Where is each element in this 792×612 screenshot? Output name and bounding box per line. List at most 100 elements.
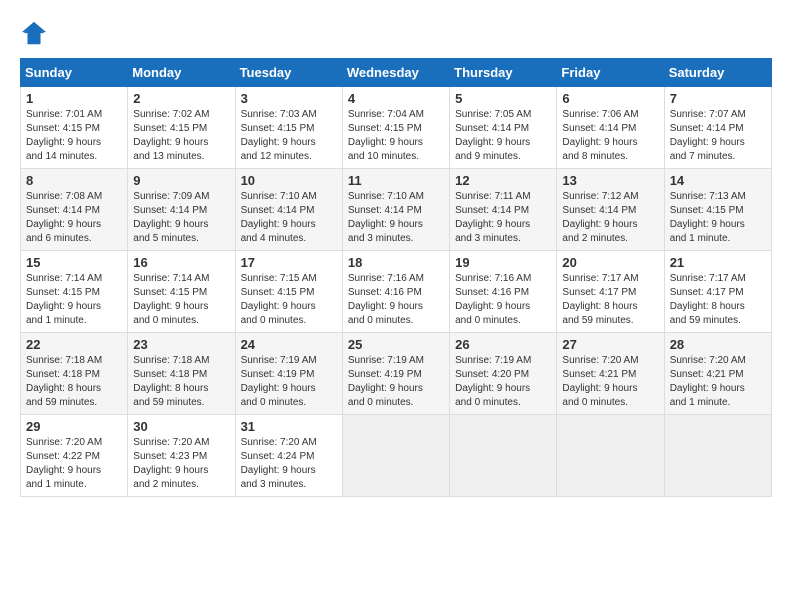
column-header-thursday: Thursday	[450, 59, 557, 87]
day-number: 11	[348, 173, 444, 188]
day-info: Sunrise: 7:03 AM Sunset: 4:15 PM Dayligh…	[241, 108, 337, 164]
day-info: Sunrise: 7:08 AM Sunset: 4:14 PM Dayligh…	[26, 190, 122, 246]
day-number: 7	[670, 91, 766, 106]
column-header-sunday: Sunday	[21, 59, 128, 87]
calendar-cell-25: 25 Sunrise: 7:19 AM Sunset: 4:19 PM Dayli…	[342, 333, 449, 415]
calendar-cell-23: 23 Sunrise: 7:18 AM Sunset: 4:18 PM Dayli…	[128, 333, 235, 415]
day-number: 10	[241, 173, 337, 188]
day-info: Sunrise: 7:07 AM Sunset: 4:14 PM Dayligh…	[670, 108, 766, 164]
day-number: 9	[133, 173, 229, 188]
day-number: 20	[562, 255, 658, 270]
calendar-cell-empty	[450, 415, 557, 497]
calendar-cell-12: 12 Sunrise: 7:11 AM Sunset: 4:14 PM Dayli…	[450, 169, 557, 251]
calendar-week-1: 1Sunrise: 7:01 AM Sunset: 4:15 PM Daylig…	[21, 87, 772, 169]
calendar-cell-18: 18Sunrise: 7:16 AM Sunset: 4:16 PM Dayli…	[342, 251, 449, 333]
day-number: 31	[241, 419, 337, 434]
calendar-cell-empty	[557, 415, 664, 497]
calendar-cell-14: 14 Sunrise: 7:13 AM Sunset: 4:15 PM Dayli…	[664, 169, 771, 251]
day-number: 16	[133, 255, 229, 270]
calendar-cell-7: 7 Sunrise: 7:07 AM Sunset: 4:14 PM Daylig…	[664, 87, 771, 169]
calendar-week-4: 22Sunrise: 7:18 AM Sunset: 4:18 PM Dayli…	[21, 333, 772, 415]
day-info: Sunrise: 7:17 AM Sunset: 4:17 PM Dayligh…	[670, 272, 766, 328]
day-info: Sunrise: 7:17 AM Sunset: 4:17 PM Dayligh…	[562, 272, 658, 328]
calendar-cell-17: 17 Sunrise: 7:15 AM Sunset: 4:15 PM Dayli…	[235, 251, 342, 333]
page-header	[20, 20, 772, 48]
calendar-cell-24: 24 Sunrise: 7:19 AM Sunset: 4:19 PM Dayli…	[235, 333, 342, 415]
calendar-week-2: 8 Sunrise: 7:08 AM Sunset: 4:14 PM Daylig…	[21, 169, 772, 251]
calendar-cell-13: 13 Sunrise: 7:12 AM Sunset: 4:14 PM Dayli…	[557, 169, 664, 251]
column-header-wednesday: Wednesday	[342, 59, 449, 87]
calendar-cell-empty	[342, 415, 449, 497]
day-info: Sunrise: 7:09 AM Sunset: 4:14 PM Dayligh…	[133, 190, 229, 246]
calendar-table: SundayMondayTuesdayWednesdayThursdayFrid…	[20, 58, 772, 497]
day-info: Sunrise: 7:15 AM Sunset: 4:15 PM Dayligh…	[241, 272, 337, 328]
day-number: 18	[348, 255, 444, 270]
day-info: Sunrise: 7:12 AM Sunset: 4:14 PM Dayligh…	[562, 190, 658, 246]
day-info: Sunrise: 7:18 AM Sunset: 4:18 PM Dayligh…	[133, 354, 229, 410]
day-info: Sunrise: 7:11 AM Sunset: 4:14 PM Dayligh…	[455, 190, 551, 246]
day-number: 19	[455, 255, 551, 270]
calendar-cell-19: 19 Sunrise: 7:16 AM Sunset: 4:16 PM Dayli…	[450, 251, 557, 333]
day-number: 21	[670, 255, 766, 270]
logo-icon	[20, 20, 48, 48]
day-number: 4	[348, 91, 444, 106]
logo	[20, 20, 52, 48]
day-info: Sunrise: 7:13 AM Sunset: 4:15 PM Dayligh…	[670, 190, 766, 246]
day-info: Sunrise: 7:14 AM Sunset: 4:15 PM Dayligh…	[133, 272, 229, 328]
calendar-cell-26: 26 Sunrise: 7:19 AM Sunset: 4:20 PM Dayli…	[450, 333, 557, 415]
day-number: 30	[133, 419, 229, 434]
day-number: 5	[455, 91, 551, 106]
calendar-cell-15: 15 Sunrise: 7:14 AM Sunset: 4:15 PM Dayli…	[21, 251, 128, 333]
day-number: 25	[348, 337, 444, 352]
calendar-cell-3: 3Sunrise: 7:03 AM Sunset: 4:15 PM Daylig…	[235, 87, 342, 169]
day-info: Sunrise: 7:10 AM Sunset: 4:14 PM Dayligh…	[241, 190, 337, 246]
day-number: 6	[562, 91, 658, 106]
calendar-cell-22: 22Sunrise: 7:18 AM Sunset: 4:18 PM Dayli…	[21, 333, 128, 415]
calendar-cell-29: 29 Sunrise: 7:20 AM Sunset: 4:22 PM Dayli…	[21, 415, 128, 497]
calendar-cell-11: 11Sunrise: 7:10 AM Sunset: 4:14 PM Dayli…	[342, 169, 449, 251]
day-number: 1	[26, 91, 122, 106]
calendar-cell-20: 20 Sunrise: 7:17 AM Sunset: 4:17 PM Dayli…	[557, 251, 664, 333]
day-number: 17	[241, 255, 337, 270]
calendar-cell-27: 27 Sunrise: 7:20 AM Sunset: 4:21 PM Dayli…	[557, 333, 664, 415]
calendar-cell-10: 10 Sunrise: 7:10 AM Sunset: 4:14 PM Dayli…	[235, 169, 342, 251]
day-info: Sunrise: 7:20 AM Sunset: 4:24 PM Dayligh…	[241, 436, 337, 492]
column-header-monday: Monday	[128, 59, 235, 87]
calendar-cell-8: 8 Sunrise: 7:08 AM Sunset: 4:14 PM Daylig…	[21, 169, 128, 251]
day-number: 12	[455, 173, 551, 188]
day-info: Sunrise: 7:20 AM Sunset: 4:23 PM Dayligh…	[133, 436, 229, 492]
column-header-tuesday: Tuesday	[235, 59, 342, 87]
day-info: Sunrise: 7:16 AM Sunset: 4:16 PM Dayligh…	[455, 272, 551, 328]
day-info: Sunrise: 7:19 AM Sunset: 4:20 PM Dayligh…	[455, 354, 551, 410]
day-info: Sunrise: 7:19 AM Sunset: 4:19 PM Dayligh…	[348, 354, 444, 410]
calendar-header-row: SundayMondayTuesdayWednesdayThursdayFrid…	[21, 59, 772, 87]
calendar-cell-empty	[664, 415, 771, 497]
calendar-cell-5: 5 Sunrise: 7:05 AM Sunset: 4:14 PM Daylig…	[450, 87, 557, 169]
day-info: Sunrise: 7:19 AM Sunset: 4:19 PM Dayligh…	[241, 354, 337, 410]
calendar-cell-9: 9 Sunrise: 7:09 AM Sunset: 4:14 PM Daylig…	[128, 169, 235, 251]
day-number: 13	[562, 173, 658, 188]
day-info: Sunrise: 7:20 AM Sunset: 4:21 PM Dayligh…	[670, 354, 766, 410]
calendar-cell-2: 2Sunrise: 7:02 AM Sunset: 4:15 PM Daylig…	[128, 87, 235, 169]
day-number: 24	[241, 337, 337, 352]
day-number: 23	[133, 337, 229, 352]
day-info: Sunrise: 7:02 AM Sunset: 4:15 PM Dayligh…	[133, 108, 229, 164]
calendar-cell-6: 6 Sunrise: 7:06 AM Sunset: 4:14 PM Daylig…	[557, 87, 664, 169]
day-info: Sunrise: 7:05 AM Sunset: 4:14 PM Dayligh…	[455, 108, 551, 164]
day-info: Sunrise: 7:06 AM Sunset: 4:14 PM Dayligh…	[562, 108, 658, 164]
day-number: 26	[455, 337, 551, 352]
day-number: 14	[670, 173, 766, 188]
day-number: 15	[26, 255, 122, 270]
calendar-cell-31: 31 Sunrise: 7:20 AM Sunset: 4:24 PM Dayli…	[235, 415, 342, 497]
calendar-cell-1: 1Sunrise: 7:01 AM Sunset: 4:15 PM Daylig…	[21, 87, 128, 169]
day-number: 29	[26, 419, 122, 434]
day-info: Sunrise: 7:20 AM Sunset: 4:22 PM Dayligh…	[26, 436, 122, 492]
day-info: Sunrise: 7:04 AM Sunset: 4:15 PM Dayligh…	[348, 108, 444, 164]
calendar-week-5: 29 Sunrise: 7:20 AM Sunset: 4:22 PM Dayli…	[21, 415, 772, 497]
day-number: 8	[26, 173, 122, 188]
day-info: Sunrise: 7:20 AM Sunset: 4:21 PM Dayligh…	[562, 354, 658, 410]
calendar-cell-30: 30 Sunrise: 7:20 AM Sunset: 4:23 PM Dayli…	[128, 415, 235, 497]
day-info: Sunrise: 7:14 AM Sunset: 4:15 PM Dayligh…	[26, 272, 122, 328]
calendar-cell-16: 16 Sunrise: 7:14 AM Sunset: 4:15 PM Dayli…	[128, 251, 235, 333]
day-number: 27	[562, 337, 658, 352]
